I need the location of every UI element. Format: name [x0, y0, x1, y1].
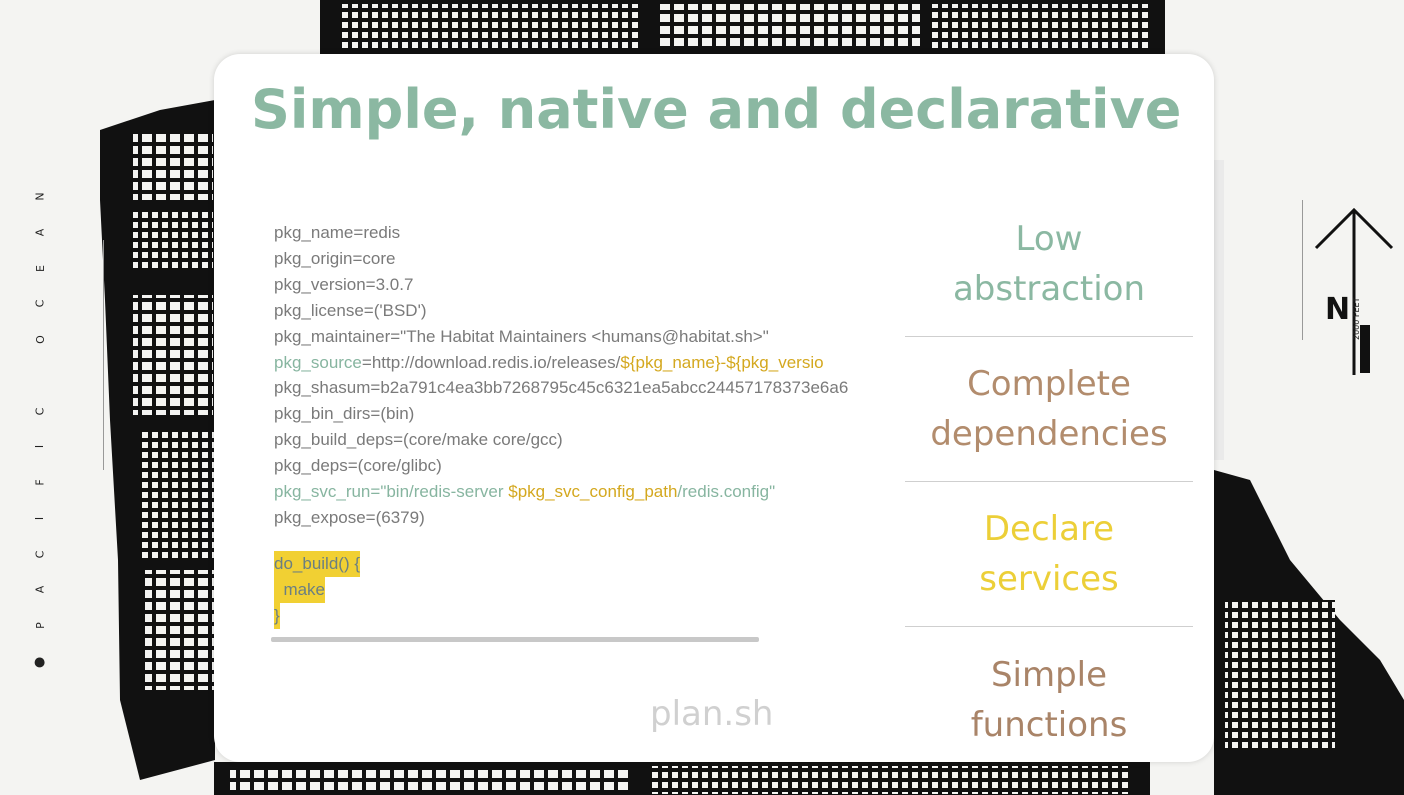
- ocean-label-letter: C: [33, 550, 47, 558]
- code-block: pkg_name=redis pkg_origin=core pkg_version…: [274, 220, 872, 640]
- ocean-label-letter: I: [33, 516, 47, 521]
- ocean-label-letter: O: [33, 335, 47, 344]
- code-line: pkg_origin=core: [274, 248, 396, 268]
- map-scale-label: 2000 FEET: [1352, 297, 1361, 341]
- code-line: pkg_license=('BSD'): [274, 300, 427, 320]
- feature-label: Simple functions: [970, 654, 1128, 745]
- ocean-label-letter: C: [33, 299, 47, 308]
- code-line: pkg_shasum=b2a791c4ea3bb7268795c45c6321e…: [274, 378, 849, 398]
- map-rule-left: [103, 240, 104, 470]
- code-line: pkg_name=redis: [274, 223, 401, 242]
- ocean-label: N A E C O C I F I C A P ●: [30, 190, 50, 670]
- compass-north-letter: N: [1325, 292, 1351, 327]
- code-line: pkg_build_deps=(core/make core/gcc): [274, 430, 563, 450]
- feature-item: Complete dependencies: [905, 337, 1193, 482]
- slide-card: Simple, native and declarative pkg_name=…: [214, 54, 1214, 762]
- slide-title: Simple, native and declarative: [251, 78, 1182, 141]
- code-line: pkg_source=http://download.redis.io/rele…: [274, 352, 824, 372]
- ocean-label-letter: A: [33, 586, 47, 594]
- function-code-line: }: [274, 602, 872, 629]
- feature-list: Low abstraction Complete dependencies Decl…: [905, 192, 1193, 772]
- code-line: pkg_bin_dirs=(bin): [274, 404, 415, 424]
- ocean-label-letter: I: [33, 445, 47, 449]
- feature-item: Low abstraction: [905, 192, 1193, 337]
- code-scrollbar[interactable]: [271, 637, 759, 642]
- file-name-label: plan.sh: [650, 694, 774, 734]
- code-line: pkg_deps=(core/glibc): [274, 456, 442, 476]
- feature-label: Complete dependencies: [930, 364, 1168, 454]
- function-code-line: do_build() {: [274, 550, 872, 577]
- feature-label: Low abstraction: [952, 219, 1146, 309]
- code-line: pkg_maintainer="The Habitat Maintainers …: [274, 326, 769, 346]
- ocean-label-letter: N: [33, 192, 47, 201]
- code-line: pkg_svc_run="bin/redis-server $pkg_svc_c…: [274, 482, 776, 502]
- function-code-line: make: [274, 576, 872, 603]
- ocean-label-letter: A: [33, 228, 47, 237]
- ocean-label-letter: P: [33, 622, 47, 630]
- feature-item: Declare services: [905, 482, 1193, 627]
- ocean-label-letter: C: [33, 407, 47, 415]
- map-rule-right: [1302, 200, 1303, 340]
- ocean-label-letter: E: [33, 264, 47, 272]
- code-line: pkg_version=3.0.7: [274, 274, 414, 294]
- map-marker-icon: ●: [32, 656, 48, 669]
- feature-item: Simple functions: [905, 627, 1193, 772]
- feature-label: Declare services: [979, 509, 1119, 599]
- ocean-label-letter: [34, 374, 47, 378]
- code-line: pkg_expose=(6379): [274, 507, 425, 527]
- ocean-label-letter: F: [33, 479, 47, 486]
